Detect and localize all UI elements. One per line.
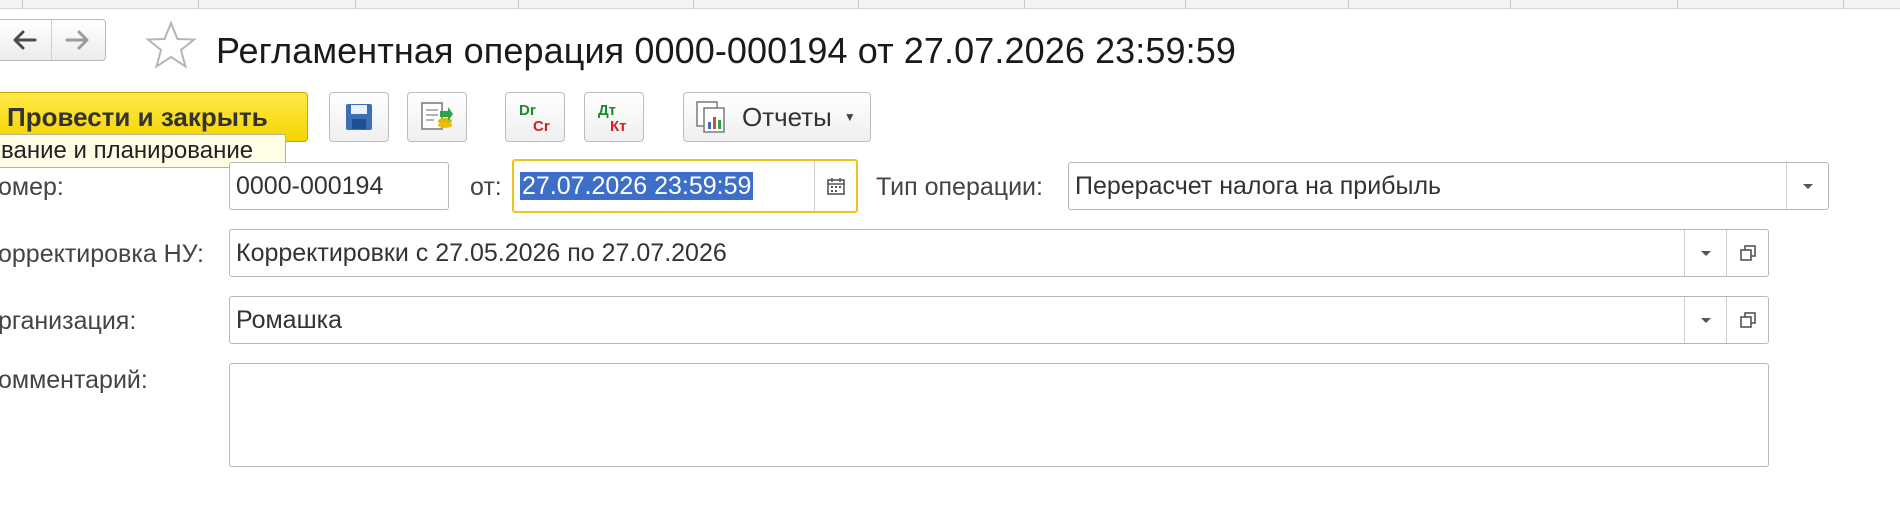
calendar-button[interactable]: [814, 161, 856, 211]
chevron-down-icon: ▼: [843, 110, 856, 124]
chevron-down-icon: [1700, 250, 1711, 256]
navigation-group: [0, 19, 106, 61]
nu-correction-value: Корректировки с 27.05.2026 по 27.07.2026: [236, 238, 727, 267]
nu-correction-label: орректировка НУ:: [0, 240, 205, 268]
save-button[interactable]: [329, 92, 389, 142]
organization-dropdown-button[interactable]: [1684, 297, 1726, 343]
date-value: 27.07.2026 23:59:59: [520, 171, 754, 200]
number-label: омер:: [0, 173, 64, 201]
post-icon: [421, 102, 453, 130]
top-tab-strip: [0, 0, 1900, 9]
nu-correction-field[interactable]: Корректировки с 27.05.2026 по 27.07.2026: [229, 229, 1769, 277]
tab-separator: [1677, 0, 1678, 9]
save-icon: [346, 104, 372, 130]
star-icon[interactable]: [145, 20, 197, 70]
organization-value: Ромашка: [236, 305, 343, 334]
arrow-right-icon: [65, 30, 89, 50]
number-field[interactable]: 0000-000194: [229, 162, 449, 210]
forward-button[interactable]: [50, 20, 106, 60]
comment-textarea[interactable]: [229, 363, 1769, 467]
nu-correction-open-button[interactable]: [1726, 230, 1768, 276]
operation-type-select[interactable]: Перерасчет налога на прибыль: [1068, 162, 1829, 210]
operation-type-value: Перерасчет налога на прибыль: [1075, 171, 1442, 200]
tab-separator: [518, 0, 519, 9]
arrow-left-icon: [13, 30, 37, 50]
back-button[interactable]: [0, 20, 51, 60]
reports-icon: [696, 101, 725, 133]
comment-label: омментарий:: [0, 366, 148, 394]
tab-separator: [1024, 0, 1025, 9]
tab-separator: [1348, 0, 1349, 9]
nu-correction-dropdown-button[interactable]: [1684, 230, 1726, 276]
operation-type-dropdown-button[interactable]: [1786, 163, 1828, 209]
tab-separator: [198, 0, 199, 9]
number-value: 0000-000194: [236, 171, 384, 200]
tab-separator: [858, 0, 859, 9]
kt-text: Кт: [610, 118, 627, 135]
post-button[interactable]: [407, 92, 467, 142]
cr-text: Cr: [533, 118, 550, 135]
chevron-down-icon: [1700, 317, 1711, 323]
dr-cr-icon: Dr Cr: [519, 102, 550, 135]
tab-separator: [1843, 0, 1844, 9]
dt-kt-button[interactable]: Дт Кт: [584, 92, 644, 142]
date-label: от:: [470, 173, 502, 201]
dt-kt-icon: Дт Кт: [598, 102, 627, 135]
date-field[interactable]: 27.07.2026 23:59:59: [512, 159, 858, 213]
calendar-icon: [826, 178, 845, 195]
dt-text: Дт: [598, 102, 616, 119]
chevron-down-icon: [1802, 183, 1813, 189]
operation-type-label: Тип операции:: [876, 173, 1043, 201]
organization-label: рганизация:: [0, 307, 137, 335]
reports-label: Отчеты: [742, 101, 832, 132]
tab-separator: [355, 0, 356, 9]
organization-open-button[interactable]: [1726, 297, 1768, 343]
dr-text: Dr: [519, 102, 536, 119]
open-window-icon: [1739, 245, 1756, 261]
reports-button[interactable]: Отчеты ▼: [683, 92, 871, 142]
page-title: Регламентная операция 0000-000194 от 27.…: [216, 30, 1236, 71]
tab-separator: [693, 0, 694, 9]
open-window-icon: [1739, 312, 1756, 328]
dr-cr-button[interactable]: Dr Cr: [505, 92, 565, 142]
tab-separator: [22, 0, 23, 9]
tab-separator: [1185, 0, 1186, 9]
organization-field[interactable]: Ромашка: [229, 296, 1769, 344]
tab-separator: [1510, 0, 1511, 9]
